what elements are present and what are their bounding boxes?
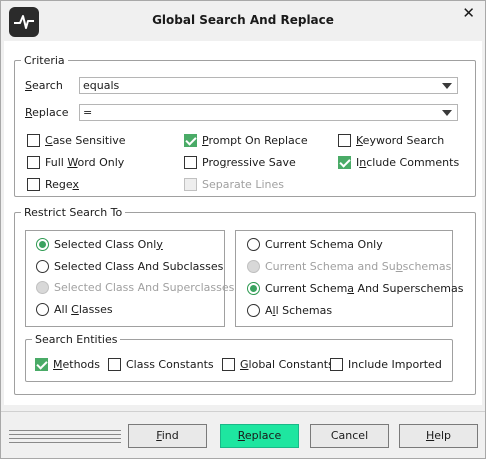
checkbox-box[interactable] [27, 177, 40, 191]
checkbox-label: Regex [45, 177, 79, 191]
checkbox-box[interactable] [184, 133, 197, 147]
close-icon[interactable]: ✕ [462, 5, 475, 21]
checkbox-label: Full Word Only [45, 155, 125, 169]
replace-combo[interactable]: = [79, 104, 458, 121]
radio-label: All Schemas [265, 303, 333, 317]
full-word-only-checkbox[interactable]: Full Word Only [27, 154, 124, 170]
checkbox-box[interactable] [108, 357, 121, 371]
radio-label: Current Schema And Superschemas [265, 281, 464, 295]
entity-include-imported-checkbox[interactable]: Include Imported [330, 356, 442, 372]
replace-button[interactable]: Replace [220, 424, 299, 448]
entity-class-constants-checkbox[interactable]: Class Constants [108, 356, 214, 372]
checkbox-box[interactable] [338, 133, 351, 147]
checkbox-label: Keyword Search [356, 133, 445, 147]
dialog-content: Criteria Search equals Replace = Case Se… [4, 41, 482, 405]
progressive-save-checkbox[interactable]: Progressive Save [184, 154, 296, 170]
radio-selected-class-and-superclasses: Selected Class And Superclasses [36, 279, 234, 295]
checkbox-label: Separate Lines [202, 177, 284, 191]
replace-label: Replace [25, 106, 69, 119]
radio-selected-class-only[interactable]: Selected Class Only [36, 236, 163, 252]
radio-label: Selected Class And Superclasses [54, 280, 235, 294]
prompt-on-replace-checkbox[interactable]: Prompt On Replace [184, 132, 308, 148]
checkbox-label: Methods [53, 357, 100, 371]
search-combo[interactable]: equals [79, 77, 458, 94]
radio-button[interactable] [247, 281, 260, 295]
checkbox-box[interactable] [330, 357, 343, 371]
restrict-search-legend: Restrict Search To [24, 206, 123, 219]
button-bar: Find Replace Cancel Help [1, 411, 485, 458]
entity-methods-checkbox[interactable]: Methods [35, 356, 100, 372]
checkbox-box[interactable] [338, 155, 351, 169]
checkbox-label: Progressive Save [202, 155, 296, 169]
regex-checkbox[interactable]: Regex [27, 176, 79, 192]
checkbox-box[interactable] [27, 155, 40, 169]
radio-button[interactable] [36, 237, 49, 251]
search-entities-legend: Search Entities [35, 333, 118, 346]
radio-current-schema-and-superschemas[interactable]: Current Schema And Superschemas [247, 280, 463, 296]
checkbox-label: Class Constants [126, 357, 214, 371]
help-button[interactable]: Help [399, 424, 478, 448]
keyword-search-checkbox[interactable]: Keyword Search [338, 132, 444, 148]
checkbox-label: Global Constants [240, 357, 334, 371]
radio-current-schema-only[interactable]: Current Schema Only [247, 236, 383, 252]
search-input[interactable]: equals [83, 79, 119, 92]
radio-button[interactable] [36, 259, 49, 273]
radio-label: Current Schema Only [265, 237, 383, 251]
chevron-down-icon[interactable] [442, 83, 452, 89]
radio-button [247, 259, 260, 273]
entity-global-constants-checkbox[interactable]: Global Constants [222, 356, 334, 372]
radio-button[interactable] [36, 302, 49, 316]
dialog-title: Global Search And Replace [152, 13, 334, 27]
chevron-down-icon[interactable] [442, 110, 452, 116]
radio-all-schemas[interactable]: All Schemas [247, 302, 332, 318]
radio-button [36, 280, 49, 294]
checkbox-label: Case Sensitive [45, 133, 126, 147]
radio-label: Current Schema and Subschemas [265, 259, 452, 273]
radio-current-schema-and-subschemas: Current Schema and Subschemas [247, 258, 451, 274]
criteria-legend: Criteria [24, 54, 65, 67]
grip-lines [9, 430, 121, 446]
radio-selected-class-and-subclasses[interactable]: Selected Class And Subclasses [36, 258, 223, 274]
cancel-button[interactable]: Cancel [310, 424, 389, 448]
find-button[interactable]: Find [128, 424, 207, 448]
title-bar[interactable]: Global Search And Replace ✕ [1, 1, 485, 39]
checkbox-label: Include Imported [348, 357, 442, 371]
case-sensitive-checkbox[interactable]: Case Sensitive [27, 132, 126, 148]
separate-lines-checkbox: Separate Lines [184, 176, 284, 192]
radio-button[interactable] [247, 237, 260, 251]
checkbox-box [184, 177, 197, 191]
radio-all-classes[interactable]: All Classes [36, 301, 113, 317]
checkbox-box[interactable] [222, 357, 235, 371]
checkbox-box[interactable] [35, 357, 48, 371]
checkbox-box[interactable] [27, 133, 40, 147]
include-comments-checkbox[interactable]: Include Comments [338, 154, 459, 170]
search-label: Search [25, 79, 63, 92]
checkbox-box[interactable] [184, 155, 197, 169]
radio-label: All Classes [54, 302, 113, 316]
checkbox-label: Include Comments [356, 155, 460, 169]
replace-input[interactable]: = [83, 106, 92, 119]
radio-button[interactable] [247, 303, 260, 317]
radio-label: Selected Class Only [54, 237, 163, 251]
radio-label: Selected Class And Subclasses [54, 259, 224, 273]
dialog-window: Global Search And Replace ✕ Criteria Sea… [0, 0, 486, 459]
checkbox-label: Prompt On Replace [202, 133, 308, 147]
